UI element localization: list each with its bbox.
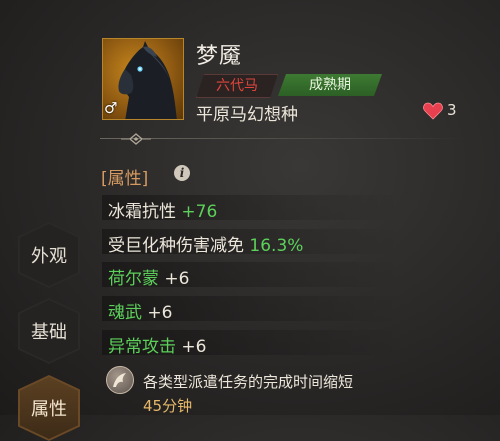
attribute-value: +6 xyxy=(164,269,190,289)
tab-label: 基础 xyxy=(20,300,78,362)
skill-time: 45分钟 xyxy=(143,397,193,415)
attribute-label: 荷尔蒙 xyxy=(108,269,159,289)
tab-attributes[interactable]: 属性 xyxy=(18,375,80,441)
attribute-value: +76 xyxy=(181,202,218,222)
attribute-value: +6 xyxy=(147,303,173,323)
tab-basic[interactable]: 基础 xyxy=(18,298,80,364)
generation-tag: 六代马 xyxy=(196,74,278,98)
horse-name: 梦魇 xyxy=(196,44,243,69)
attribute-label: 受巨化种伤害减免 xyxy=(108,236,244,256)
divider-ornament-icon xyxy=(121,133,151,145)
tab-label: 属性 xyxy=(20,377,78,439)
attribute-label: 异常攻击 xyxy=(108,337,176,357)
attribute-row: 魂武 +6 xyxy=(108,298,172,323)
attribute-row: 冰霜抗性 +76 xyxy=(108,197,217,222)
info-icon[interactable]: i xyxy=(174,165,190,181)
skill-description: 各类型派遣任务的完成时间缩短 xyxy=(143,373,354,391)
attributes-header: [属性] xyxy=(101,169,149,189)
horse-skill-icon[interactable] xyxy=(106,366,134,394)
heart-icon[interactable] xyxy=(423,102,443,120)
horse-breed: 平原马幻想种 xyxy=(196,105,298,125)
attribute-value: +6 xyxy=(181,337,207,357)
stage-tag: 成熟期 xyxy=(278,74,382,96)
header-divider xyxy=(100,138,465,139)
like-count: 3 xyxy=(447,101,457,119)
attribute-label: 魂武 xyxy=(108,303,142,323)
tab-label: 外观 xyxy=(20,224,78,286)
attribute-row: 受巨化种伤害减免 16.3% xyxy=(108,231,303,256)
gender-male-icon: ♂ xyxy=(104,99,118,117)
tab-appearance[interactable]: 外观 xyxy=(18,222,80,288)
attribute-label: 冰霜抗性 xyxy=(108,202,176,222)
attribute-value: 16.3% xyxy=(249,236,304,256)
attribute-row: 异常攻击 +6 xyxy=(108,332,206,357)
attribute-row: 荷尔蒙 +6 xyxy=(108,264,189,289)
